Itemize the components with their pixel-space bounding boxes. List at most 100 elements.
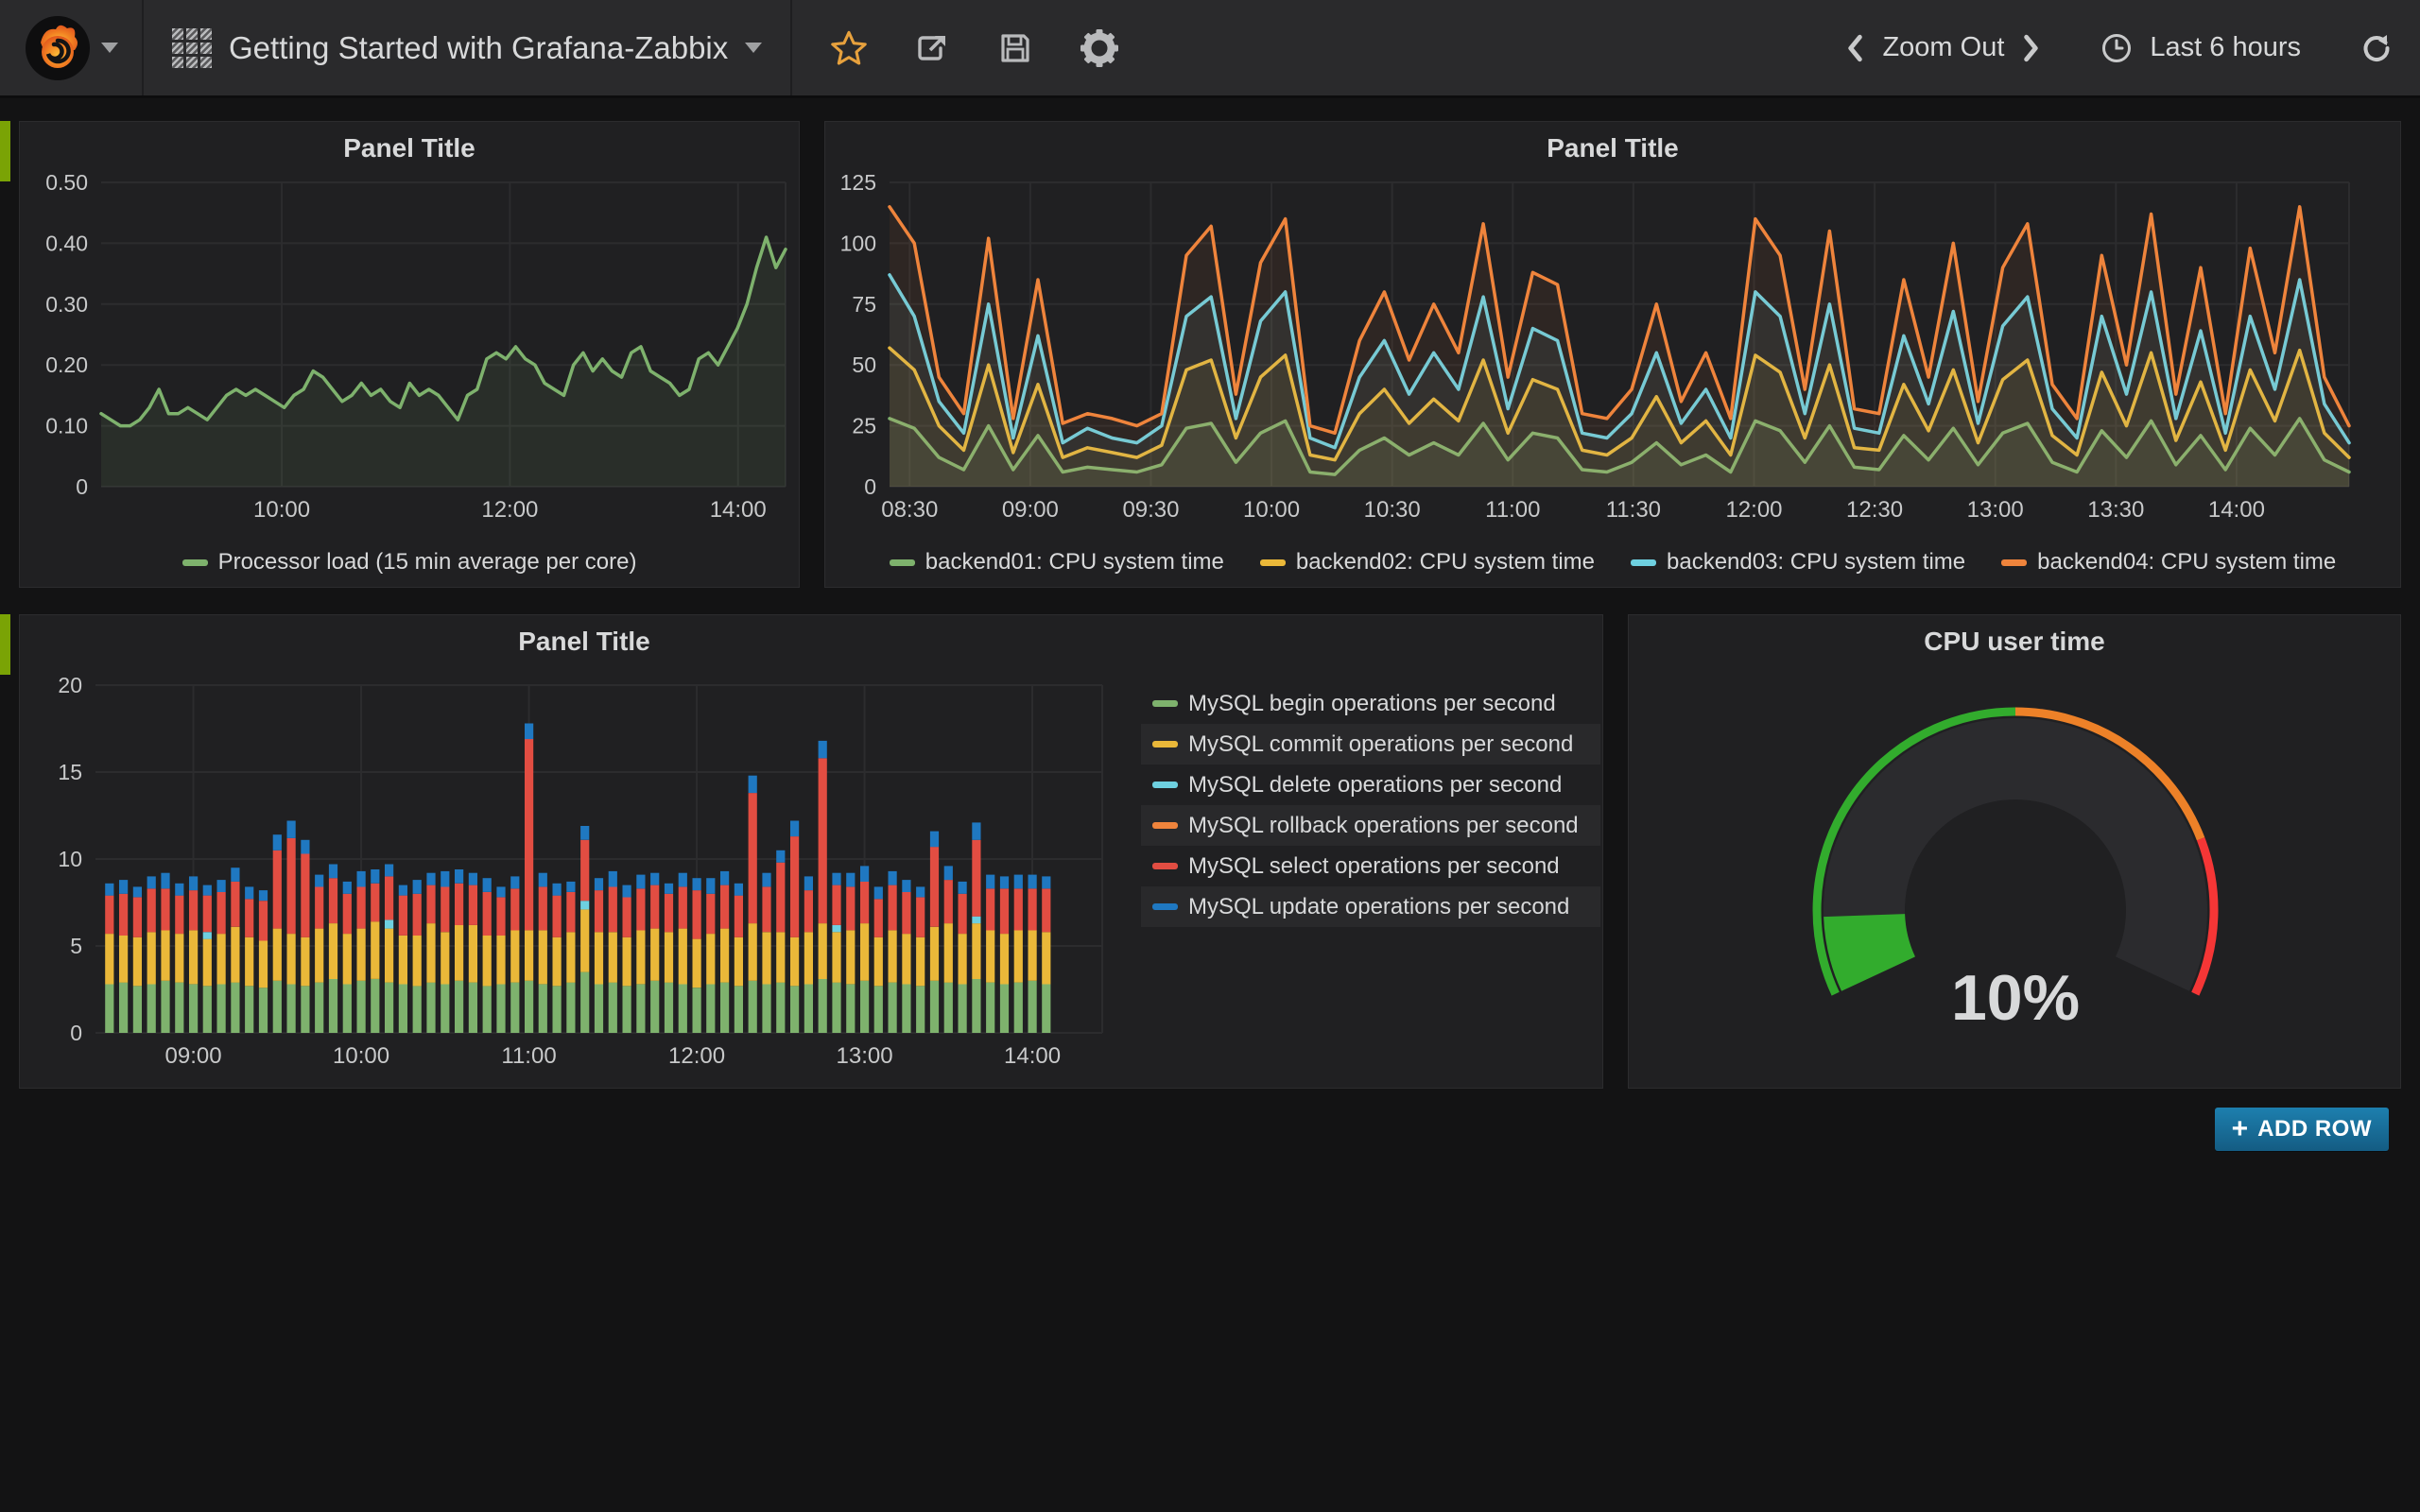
bar-segment [426,983,435,1033]
bar-segment [496,886,505,897]
legend-label[interactable]: backend01: CPU system time [925,549,1224,576]
bar-segment [357,981,366,1033]
bar-segment [819,979,827,1033]
bar-segment [413,936,422,986]
x-axis-label: 13:30 [2087,497,2144,523]
x-axis-label: 12:00 [668,1043,725,1069]
panel-title[interactable]: CPU user time [1629,627,2400,657]
zoom-out-button[interactable]: Zoom Out [1882,32,2004,63]
legend-item[interactable]: backend02: CPU system time [1260,549,1595,576]
y-axis-label: 0.10 [45,414,88,438]
panel-title[interactable]: Panel Title [825,133,2400,163]
legend-item[interactable]: MySQL commit operations per second [1141,724,1600,765]
row-handle-bottom[interactable] [0,614,10,675]
legend-label[interactable]: MySQL begin operations per second [1188,691,1556,717]
bar-segment [804,932,813,984]
bar-segment [385,983,393,1033]
bar-segment [986,983,994,1033]
x-axis-label: 09:30 [1122,497,1179,523]
star-icon[interactable] [830,29,868,67]
legend-item[interactable]: backend01: CPU system time [890,549,1224,576]
time-range-button[interactable]: Last 6 hours [2150,32,2301,63]
grafana-logo-button[interactable] [0,0,144,95]
dashboard-title-button[interactable]: Getting Started with Grafana-Zabbix [144,0,790,95]
bar-segment [483,986,492,1033]
panel-title[interactable]: Panel Title [20,627,1149,657]
legend-item[interactable]: MySQL update operations per second [1141,886,1600,927]
bar-segment [874,937,883,987]
legend-label[interactable]: MySQL rollback operations per second [1188,813,1579,839]
legend-label[interactable]: MySQL commit operations per second [1188,731,1573,758]
bar-segment [413,986,422,1033]
bar-segment [469,873,477,885]
bar-segment [161,873,169,889]
panel-title[interactable]: Panel Title [20,133,799,163]
bar-segment [580,840,589,901]
refresh-icon[interactable] [2360,31,2394,65]
bar-segment [1042,932,1050,984]
legend-item[interactable]: MySQL begin operations per second [1141,683,1600,724]
gear-icon[interactable] [1080,28,1119,68]
bar-segment [665,884,673,894]
bar-segment [706,878,715,894]
bar-segment [819,923,827,979]
legend-label[interactable]: MySQL delete operations per second [1188,772,1562,799]
panel-cpu-system-time: Panel Title 025507510012508:3009:0009:30… [824,121,2401,588]
bar-segment [566,932,575,982]
bar-segment [735,937,743,987]
bar-segment [315,983,323,1033]
bar-segment [735,884,743,896]
bar-segment [916,886,925,897]
bar-segment [846,930,855,984]
legend-item[interactable]: Processor load (15 min average per core) [182,549,637,576]
bar-segment [315,886,323,928]
chevron-left-icon[interactable] [1844,34,1865,62]
row-handle-top[interactable] [0,121,10,181]
bar-segment [469,983,477,1033]
dashboard-actions [790,0,1157,95]
legend-label[interactable]: backend02: CPU system time [1296,549,1595,576]
chevron-right-icon[interactable] [2021,34,2042,62]
y-axis-label: 15 [58,760,82,784]
legend-item[interactable]: MySQL delete operations per second [1141,765,1600,805]
bar-segment [720,929,729,983]
x-axis-label: 13:00 [837,1043,893,1069]
legend-item[interactable]: backend04: CPU system time [2001,549,2336,576]
bar-segment [105,896,113,935]
bar-segment [959,882,967,894]
navbar: Getting Started with Grafana-Zabbix [0,0,2420,98]
x-axis-label: 11:30 [1606,497,1661,523]
x-axis-label: 12:30 [1846,497,1903,523]
bar-segment [1028,981,1037,1033]
x-axis-label: 10:00 [333,1043,389,1069]
save-icon[interactable] [996,29,1034,67]
legend-label[interactable]: backend04: CPU system time [2037,549,2336,576]
add-row-button[interactable]: + ADD ROW [2215,1108,2389,1151]
add-row-label: ADD ROW [2257,1116,2372,1143]
bar-segment [287,838,296,934]
share-icon[interactable] [913,29,951,67]
bar-segment [790,821,799,837]
bar-segment [105,884,113,896]
bar-segment [259,890,268,901]
cpu-system-time-chart: 025507510012508:3009:0009:3010:0010:3011… [825,122,2402,589]
x-axis-label: 12:00 [481,497,538,523]
legend-item[interactable]: MySQL select operations per second [1141,846,1600,886]
bar-segment [595,932,603,984]
legend-label[interactable]: backend03: CPU system time [1667,549,1965,576]
x-axis-label: 12:00 [1725,497,1782,523]
bar-segment [665,983,673,1033]
legend-item[interactable]: backend03: CPU system time [1631,549,1965,576]
bar-segment [609,871,617,887]
bar-segment [301,854,309,937]
legend-label[interactable]: MySQL update operations per second [1188,894,1569,920]
bar-segment [119,894,128,936]
bar-segment [889,983,897,1033]
legend-label[interactable]: MySQL select operations per second [1188,853,1560,880]
legend-item[interactable]: MySQL rollback operations per second [1141,805,1600,846]
bar-segment [706,985,715,1034]
bar-segment [357,929,366,981]
legend-label[interactable]: Processor load (15 min average per core) [218,549,637,576]
bar-segment [874,986,883,1033]
processor-load-chart: 00.100.200.300.400.5010:0012:0014:00 [20,122,801,589]
